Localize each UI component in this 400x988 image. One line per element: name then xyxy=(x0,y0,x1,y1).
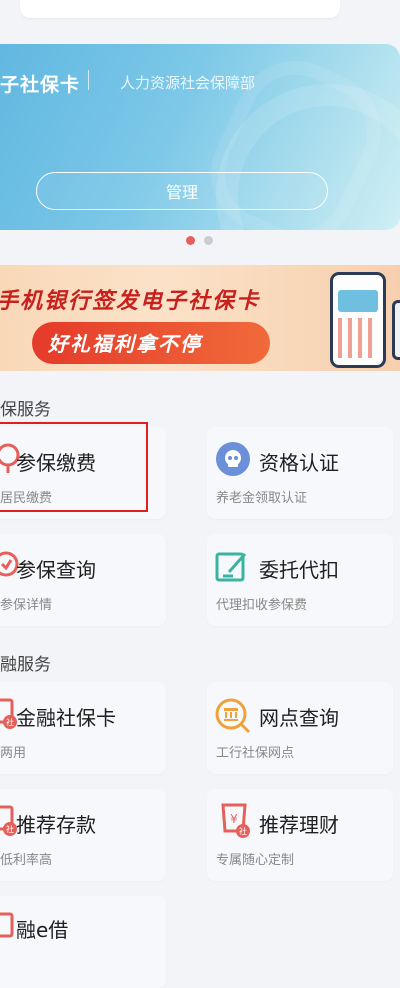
svg-text:¥: ¥ xyxy=(230,812,238,826)
tile-subtitle: 两用 xyxy=(0,746,27,761)
tile-recommended-deposit[interactable]: 社 推荐存款 低利率高 xyxy=(0,789,166,881)
edit-authorize-icon xyxy=(215,552,247,582)
tile-subtitle: 代理扣收参保费 xyxy=(216,598,308,613)
manage-button[interactable]: 管理 xyxy=(36,172,328,210)
promo-headline: 手机银行签发电子社保卡 xyxy=(0,289,261,314)
tile-title: 资格认证 xyxy=(259,451,339,475)
card-divider xyxy=(88,70,89,90)
promo-subheadline: 好礼福利拿不停 xyxy=(48,332,202,356)
section-title-finance: 融服务 xyxy=(0,655,51,675)
tile-title: 网点查询 xyxy=(259,706,339,730)
tile-branch-query[interactable]: 网点查询 工行社保网点 xyxy=(207,682,393,774)
tile-qualification-auth[interactable]: 资格认证 养老金领取认证 xyxy=(207,427,393,519)
face-verify-icon xyxy=(216,442,250,476)
tile-rong-e-loan[interactable]: 融e借 xyxy=(0,896,166,988)
tile-title: 参保查询 xyxy=(16,558,96,582)
wealth-icon: ¥ 社 xyxy=(221,803,250,838)
carousel-dot-active[interactable] xyxy=(186,236,195,245)
selection-highlight-box xyxy=(0,422,148,512)
phone-grid-illustration xyxy=(338,318,378,358)
tile-title: 委托代扣 xyxy=(259,558,339,582)
card-title: 子社保卡 xyxy=(0,74,81,96)
tile-subtitle: 低利率高 xyxy=(0,853,53,868)
svg-text:社: 社 xyxy=(6,717,14,727)
tile-insurance-query[interactable]: 参保查询 参保详情 xyxy=(0,534,166,626)
tile-title: 金融社保卡 xyxy=(16,706,116,730)
carousel-dot[interactable] xyxy=(204,236,213,245)
tile-financial-social-card[interactable]: 社 金融社保卡 两用 xyxy=(0,682,166,774)
section-title-insurance: 保服务 xyxy=(0,400,51,420)
top-header-remnant xyxy=(20,0,340,18)
tile-subtitle: 参保详情 xyxy=(0,598,53,613)
phone-illustration-2 xyxy=(392,300,400,360)
svg-text:社: 社 xyxy=(6,824,14,834)
phone-card-illustration xyxy=(338,290,378,312)
tile-subtitle: 养老金领取认证 xyxy=(216,491,308,506)
tile-title: 推荐理财 xyxy=(259,813,339,837)
tile-entrusted-deduction[interactable]: 委托代扣 代理扣收参保费 xyxy=(207,534,393,626)
tile-subtitle: 专属随心定制 xyxy=(216,853,295,868)
tile-title: 推荐存款 xyxy=(16,813,96,837)
tile-title: 融e借 xyxy=(16,918,69,942)
tile-subtitle: 工行社保网点 xyxy=(216,746,295,761)
card-issuer: 人力资源社会保障部 xyxy=(120,74,256,92)
tile-recommended-wealth[interactable]: ¥ 社 推荐理财 专属随心定制 xyxy=(207,789,393,881)
branch-search-icon xyxy=(215,698,251,734)
svg-text:社: 社 xyxy=(239,826,247,836)
